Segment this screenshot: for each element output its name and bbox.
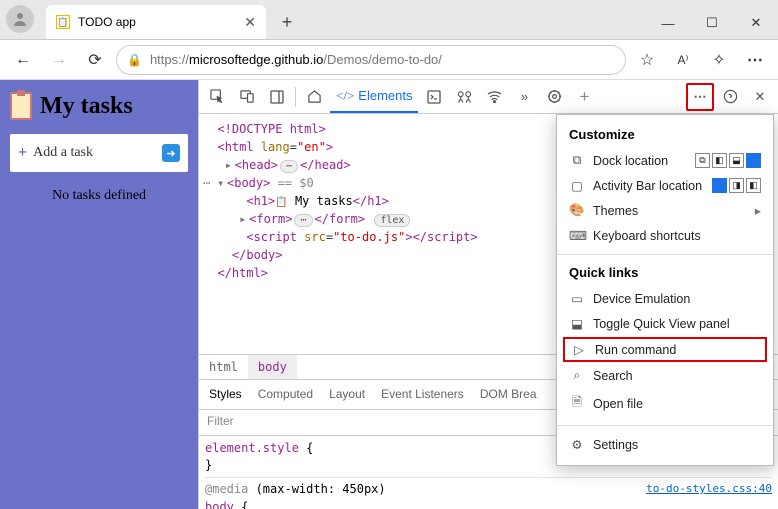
devtools-customize-menu: Customize ⧉ Dock location ⧉ ◧ ⬓ ▢ Activi… [556, 114, 774, 466]
quicklinks-heading: Quick links [557, 261, 773, 286]
more-tabs-chevron[interactable]: » [510, 83, 538, 111]
plus-icon: + [18, 144, 27, 162]
devtools-close-button[interactable]: ✕ [746, 83, 774, 111]
url-text: https://microsoftedge.github.io/Demos/de… [150, 52, 615, 67]
quickview-icon: ⬓ [569, 316, 585, 331]
performance-tab-icon[interactable] [540, 83, 568, 111]
activitybar-left[interactable]: ◨ [729, 178, 744, 193]
toggle-quickview-row[interactable]: ⬓Toggle Quick View panel [557, 311, 773, 336]
profile-avatar[interactable] [6, 5, 34, 33]
empty-state-text: No tasks defined [10, 188, 188, 204]
themes-icon: 🎨 [569, 203, 585, 218]
read-aloud-button[interactable]: A⁾ [668, 45, 698, 75]
welcome-tab[interactable] [300, 83, 328, 111]
add-task-input[interactable]: + Add a task ➜ [10, 134, 188, 172]
brackets-icon: </> [336, 88, 354, 104]
dock-undock[interactable]: ⧉ [695, 153, 710, 168]
clipboard-icon [10, 92, 32, 120]
dock-location-row[interactable]: ⧉ Dock location ⧉ ◧ ⬓ [557, 148, 773, 173]
add-task-placeholder: Add a task [33, 145, 93, 161]
devtools-tabbar: </> Elements » + ⋯ ✕ [199, 80, 778, 114]
tab-layout[interactable]: Layout [329, 387, 365, 401]
tab-event-listeners[interactable]: Event Listeners [381, 387, 464, 401]
tab-close-icon[interactable]: ✕ [244, 14, 256, 31]
browser-menu-button[interactable]: ⋯ [740, 45, 770, 75]
tab-styles[interactable]: Styles [209, 387, 242, 401]
devtools-more-button[interactable]: ⋯ [686, 83, 714, 111]
search-row[interactable]: ⌕Search [557, 363, 773, 388]
network-tab-icon[interactable] [480, 83, 508, 111]
stylesheet-link[interactable]: to-do-styles.css:40 [646, 481, 772, 497]
devtools-help-button[interactable] [716, 83, 744, 111]
keyboard-shortcuts-row[interactable]: ⌨Keyboard shortcuts [557, 223, 773, 248]
new-tab-button[interactable]: + [272, 7, 302, 37]
dock-bottom[interactable]: ⬓ [729, 153, 744, 168]
maximize-button[interactable]: ☐ [690, 7, 734, 39]
keyboard-icon: ⌨ [569, 228, 585, 243]
back-button[interactable]: ← [8, 45, 38, 75]
app-heading: My tasks [10, 92, 188, 120]
run-command-row[interactable]: ▷Run command [563, 337, 767, 362]
gear-icon: ⚙ [569, 437, 585, 452]
favorite-button[interactable]: ☆ [632, 45, 662, 75]
refresh-button[interactable]: ⟳ [80, 45, 110, 75]
address-bar[interactable]: 🔒 https://microsoftedge.github.io/Demos/… [116, 45, 626, 75]
app-preview: My tasks + Add a task ➜ No tasks defined [0, 80, 198, 509]
lock-icon: 🔒 [127, 53, 142, 67]
customize-heading: Customize [557, 123, 773, 148]
add-tab-button[interactable]: + [570, 83, 598, 111]
tab-computed[interactable]: Computed [258, 387, 313, 401]
file-icon: 🗎 [569, 393, 585, 414]
submit-arrow-icon[interactable]: ➜ [162, 144, 180, 162]
device-emulation-row[interactable]: ▭Device Emulation [557, 286, 773, 311]
favicon: 📋 [56, 15, 70, 29]
elements-tab[interactable]: </> Elements [330, 80, 418, 113]
minimize-button[interactable]: — [646, 7, 690, 39]
sources-tab-icon[interactable] [450, 83, 478, 111]
dock-right[interactable] [746, 153, 761, 168]
tab-title: TODO app [78, 15, 136, 29]
device-icon: ▭ [569, 291, 585, 306]
run-icon: ▷ [571, 342, 587, 357]
activitybar-icon: ▢ [569, 178, 585, 193]
favorites-bar-button[interactable]: ✧ [704, 45, 734, 75]
open-file-row[interactable]: 🗎Open file [557, 388, 773, 419]
activity-bar-location-row[interactable]: ▢ Activity Bar location ◨ ◧ [557, 173, 773, 198]
crumb-body[interactable]: body [248, 355, 297, 379]
crumb-html[interactable]: html [199, 355, 248, 379]
device-toggle-button[interactable] [233, 83, 261, 111]
search-icon: ⌕ [569, 368, 585, 383]
themes-row[interactable]: 🎨Themes▸ [557, 198, 773, 223]
dock-icon: ⧉ [569, 153, 585, 168]
settings-row[interactable]: ⚙Settings [557, 432, 773, 457]
console-tab-icon[interactable] [420, 83, 448, 111]
tab-dom-breakpoints[interactable]: DOM Brea [480, 387, 537, 401]
inspect-element-button[interactable] [203, 83, 231, 111]
forward-button: → [44, 45, 74, 75]
browser-tab[interactable]: 📋 TODO app ✕ [46, 5, 266, 39]
activitybar-top[interactable] [712, 178, 727, 193]
dock-left[interactable]: ◧ [712, 153, 727, 168]
devtools-panel: </> Elements » + ⋯ ✕ <!DOCTYPE html> <ht… [198, 80, 778, 509]
activitybar-right[interactable]: ◧ [746, 178, 761, 193]
close-window-button[interactable]: ✕ [734, 7, 778, 39]
dock-button[interactable] [263, 83, 291, 111]
